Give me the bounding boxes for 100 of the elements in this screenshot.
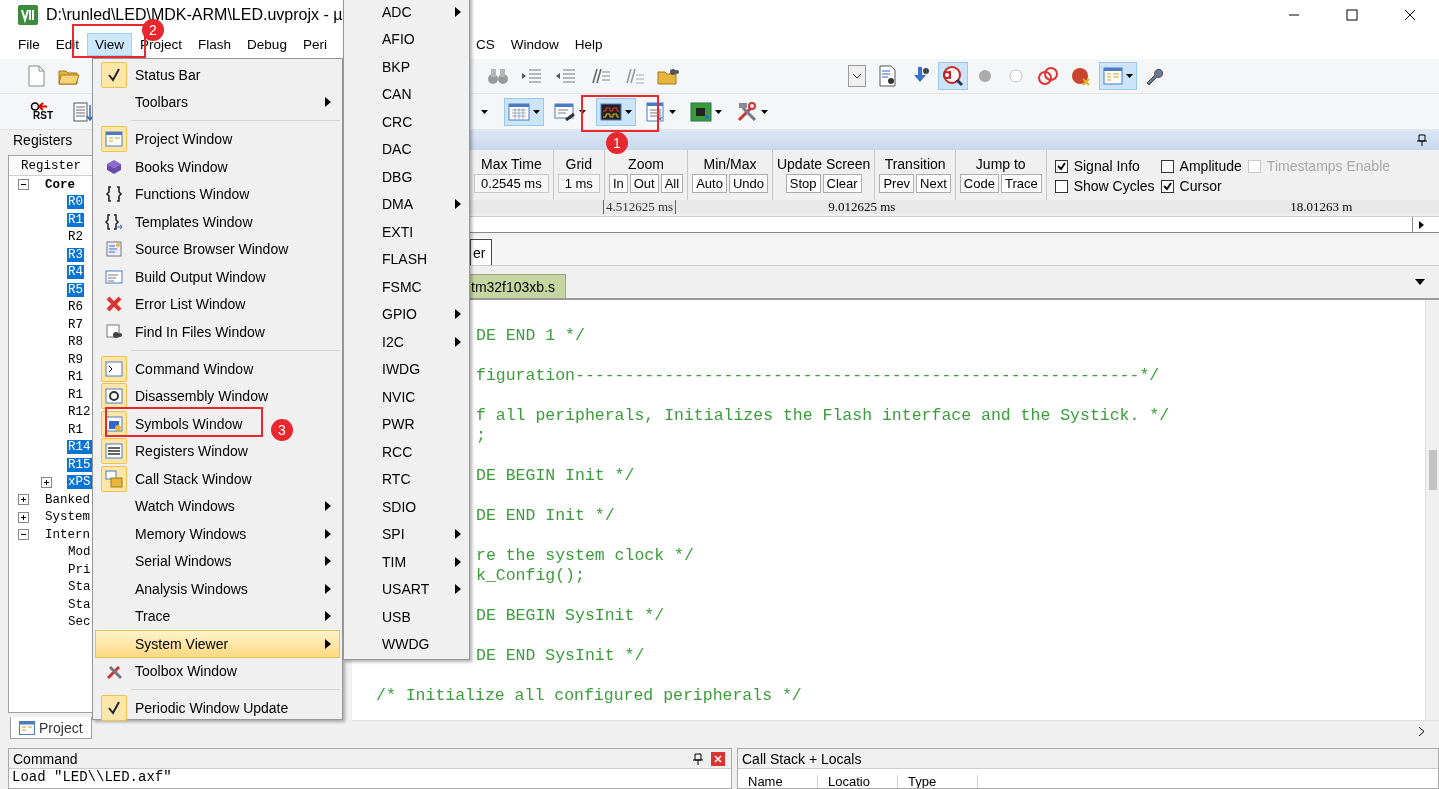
menu-item[interactable]: FLASH <box>346 245 467 273</box>
analyzer-button[interactable]: Stop <box>785 174 821 193</box>
tree-item[interactable]: R8 <box>68 335 83 350</box>
toolbar-button[interactable]: RST <box>22 97 64 126</box>
menu-item[interactable]: File <box>10 33 48 56</box>
analyzer-button[interactable]: Undo <box>728 174 768 193</box>
checkbox[interactable]: Show Cycles <box>1054 176 1155 196</box>
menu-item[interactable]: EXTI <box>346 218 467 246</box>
checkbox[interactable]: Amplitude <box>1160 156 1242 176</box>
menu-item[interactable]: CAN <box>346 80 467 108</box>
menu-item[interactable]: AFIO <box>346 25 467 53</box>
menu-item[interactable]: Call Stack Window <box>95 465 257 493</box>
menu-item[interactable]: Error List Window <box>95 290 251 318</box>
tree-item[interactable]: xPS <box>67 475 92 490</box>
tree-item[interactable]: R7 <box>68 317 83 332</box>
analyzer-button[interactable]: Prev <box>879 174 915 193</box>
tree-item[interactable]: R1 <box>67 212 84 227</box>
tree-item[interactable]: R3 <box>67 247 84 262</box>
tree-item[interactable]: R12 <box>68 405 91 420</box>
menu-item[interactable]: System Viewer <box>95 630 340 658</box>
menu-item[interactable]: Registers Window <box>95 437 253 465</box>
checkbox[interactable]: Cursor <box>1160 176 1242 196</box>
analyzer-button[interactable]: Out <box>629 174 659 193</box>
tree-item[interactable]: Pri <box>68 562 91 577</box>
tree-item[interactable]: Mod <box>68 545 91 560</box>
panel-tab[interactable]: er <box>470 239 493 265</box>
menu-item[interactable]: DBG <box>346 163 467 191</box>
menu-item[interactable]: SPI <box>346 520 467 548</box>
menu-item[interactable]: CRC <box>346 108 467 136</box>
panel-tab[interactable]: Project <box>10 717 92 739</box>
tree-item[interactable]: R5 <box>67 282 84 297</box>
menu-item[interactable]: Help <box>566 33 611 56</box>
menu-item[interactable]: Disassembly Window <box>95 382 274 410</box>
menu-item[interactable]: Peri <box>294 33 335 56</box>
menu-item[interactable]: RCC <box>346 438 467 466</box>
tree-item[interactable]: Sta <box>68 580 91 595</box>
menu-item[interactable]: USART <box>346 575 467 603</box>
analyzer-button[interactable]: Code <box>959 174 999 193</box>
menu-item[interactable]: SDIO <box>346 493 467 521</box>
menu-item[interactable]: Status Bar <box>95 61 206 89</box>
menu-item[interactable]: WWDG <box>346 630 467 658</box>
menu-item[interactable]: Toolbars <box>95 88 340 116</box>
menu-item[interactable]: Debug <box>239 33 295 56</box>
menu-item[interactable]: USB <box>346 603 467 631</box>
tree-item[interactable]: R14 <box>67 440 92 455</box>
tree-item[interactable]: Banked <box>45 492 90 507</box>
menu-item[interactable]: Symbols Window <box>95 410 248 438</box>
tree-item[interactable]: Core <box>45 177 75 192</box>
tree-item[interactable]: R1 <box>68 387 83 402</box>
tree-item[interactable]: Intern <box>45 527 90 542</box>
analyzer-button[interactable]: Trace <box>1000 174 1042 193</box>
tree-item[interactable]: R1 <box>68 422 83 437</box>
tree-item[interactable]: R2 <box>68 230 83 245</box>
menu-item[interactable]: DAC <box>346 135 467 163</box>
menu-item[interactable]: GPIO <box>346 300 467 328</box>
menu-item[interactable]: PWR <box>346 410 467 438</box>
menu-item[interactable]: Books Window <box>95 153 233 181</box>
tree-item[interactable]: Sta <box>68 597 91 612</box>
menu-item[interactable]: Command Window <box>95 355 259 383</box>
menu-item[interactable]: DMA <box>346 190 467 218</box>
menu-item[interactable]: Periodic Window Update <box>95 694 294 722</box>
menu-item[interactable]: Watch Windows <box>95 492 340 520</box>
menu-item[interactable]: Templates Window <box>95 208 258 236</box>
menu-item[interactable]: Window <box>502 33 567 56</box>
menu-item[interactable]: BKP <box>346 53 467 81</box>
menu-item[interactable]: Toolbox Window <box>95 657 242 685</box>
tree-item[interactable]: R6 <box>68 300 83 315</box>
menu-item[interactable]: Trace <box>95 602 340 630</box>
tree-item[interactable]: R1 <box>68 370 83 385</box>
menu-item[interactable]: CS <box>468 33 503 56</box>
menu-item[interactable]: I2C <box>346 328 467 356</box>
menu-item[interactable]: Project Window <box>95 125 238 153</box>
menu-item[interactable]: Find In Files Window <box>95 318 270 346</box>
analyzer-button[interactable]: Auto <box>692 174 727 193</box>
checkbox[interactable]: Signal Info <box>1054 156 1155 176</box>
tree-item[interactable]: System <box>45 510 90 525</box>
tree-item[interactable]: R0 <box>67 195 84 210</box>
menu-item[interactable]: ADC <box>346 0 467 26</box>
menu-item[interactable]: NVIC <box>346 383 467 411</box>
analyzer-button[interactable]: Next <box>916 174 951 193</box>
menu-item[interactable]: IWDG <box>346 355 467 383</box>
tree-item[interactable]: R15 <box>67 457 92 472</box>
tree-item[interactable]: R4 <box>67 265 84 280</box>
scrollbar[interactable] <box>1425 300 1439 720</box>
menu-item[interactable]: TIM <box>346 548 467 576</box>
menu-item[interactable]: Functions Window <box>95 180 255 208</box>
menu-item[interactable]: Analysis Windows <box>95 575 340 603</box>
menu-item[interactable]: RTC <box>346 465 467 493</box>
toolbar-button[interactable] <box>596 97 636 126</box>
menu-item[interactable]: Serial Windows <box>95 547 340 575</box>
menu-item[interactable]: Flash <box>190 33 240 56</box>
analyzer-button[interactable]: In <box>608 174 628 193</box>
analyzer-button[interactable]: Clear <box>822 174 862 193</box>
menu-item[interactable]: Memory Windows <box>95 520 340 548</box>
tree-item[interactable]: Sec <box>68 615 91 630</box>
menu-item[interactable]: View <box>87 33 133 56</box>
menu-item[interactable]: Build Output Window <box>95 263 271 291</box>
tree-item[interactable]: R9 <box>68 352 83 367</box>
analyzer-button[interactable]: All <box>660 174 684 193</box>
menu-item[interactable]: Source Browser Window <box>95 235 294 263</box>
